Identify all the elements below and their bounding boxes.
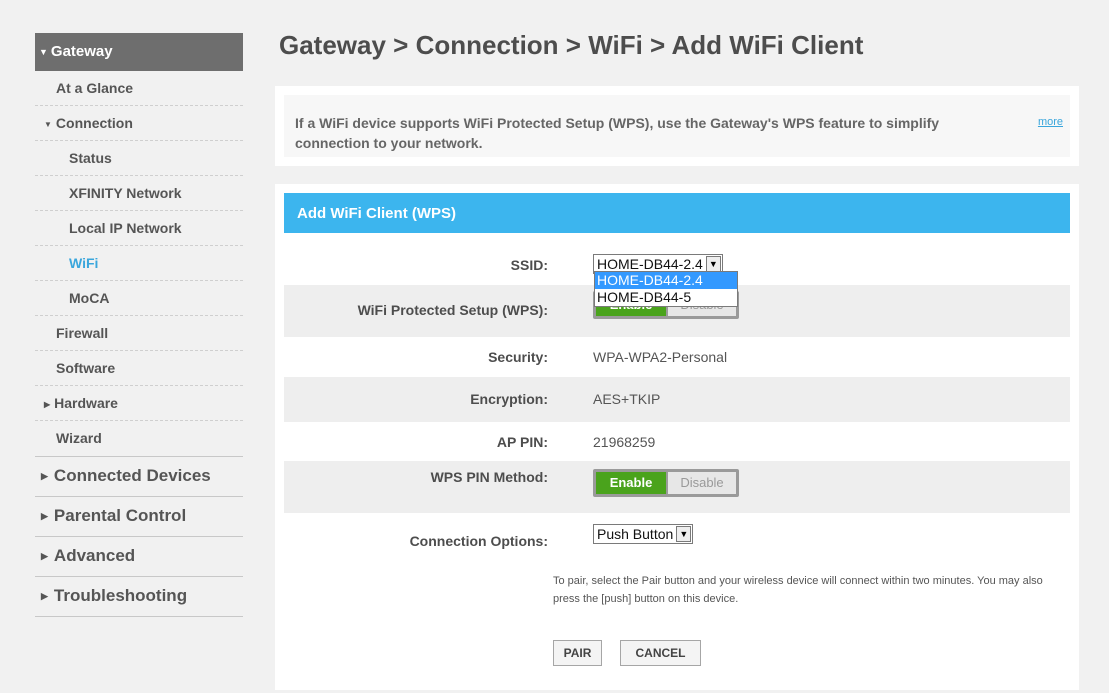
ssid-label: SSID:	[510, 257, 548, 273]
cancel-button[interactable]: CANCEL	[620, 640, 701, 666]
sidebar-section-advanced[interactable]: ▶ Advanced	[35, 536, 243, 576]
sidebar-item-status[interactable]: Status	[35, 141, 243, 176]
sidebar-section-connected-devices[interactable]: ▶ Connected Devices	[35, 456, 243, 496]
security-value: WPA-WPA2-Personal	[593, 349, 728, 365]
sidebar-item-local-ip-network[interactable]: Local IP Network	[35, 211, 243, 246]
sidebar-header-gateway[interactable]: ▼ Gateway	[35, 33, 243, 71]
connection-options-selected-value: Push Button	[597, 526, 674, 542]
chevron-down-icon: ▼	[39, 47, 48, 57]
sidebar-section-label: Troubleshooting	[53, 586, 188, 605]
wps-pin-method-row: WPS PIN Method: Enable Disable	[284, 461, 1070, 513]
caret-right-icon: ▶	[41, 511, 48, 521]
sidebar-item-moca[interactable]: MoCA	[35, 281, 243, 316]
pair-instructions: To pair, select the Pair button and your…	[553, 575, 1043, 605]
sidebar-item-label: Firewall	[56, 325, 109, 341]
info-panel: If a WiFi device supports WiFi Protected…	[284, 95, 1070, 157]
sidebar-item-label: Connection	[55, 115, 133, 131]
sidebar-item-at-a-glance[interactable]: At a Glance	[35, 71, 243, 106]
sidebar-header-label: Gateway	[50, 43, 113, 60]
ssid-row: SSID: HOME-DB44-2.4 ▼ HOME-DB44-2.4 HOME…	[284, 245, 1070, 307]
encryption-label: Encryption:	[470, 391, 548, 407]
connection-options-label: Connection Options:	[409, 533, 548, 549]
connection-options-select[interactable]: Push Button ▼	[593, 524, 694, 544]
wps-pin-method-toggle: Enable Disable	[593, 469, 739, 497]
panel-header: Add WiFi Client (WPS)	[284, 193, 1070, 233]
ssid-selected-value: HOME-DB44-2.4	[597, 256, 703, 272]
sidebar-section-label: Advanced	[53, 546, 136, 565]
sidebar-item-firewall[interactable]: Firewall	[35, 316, 243, 351]
caret-down-icon: ▼	[44, 120, 52, 129]
dropdown-arrow-icon[interactable]: ▼	[676, 526, 692, 542]
connection-options-row: Connection Options: Push Button ▼	[284, 513, 1070, 553]
pair-button[interactable]: PAIR	[553, 640, 602, 666]
ssid-option[interactable]: HOME-DB44-2.4	[595, 272, 737, 289]
security-row: Security: WPA-WPA2-Personal	[284, 337, 1070, 377]
add-wifi-client-panel: Add WiFi Client (WPS) SSID: HOME-DB44-2.…	[275, 184, 1079, 690]
sidebar-item-label: Status	[69, 150, 112, 166]
sidebar-item-wizard[interactable]: Wizard	[35, 421, 243, 456]
wps-pin-disable-button[interactable]: Disable	[666, 472, 736, 494]
ssid-option[interactable]: HOME-DB44-5	[595, 289, 737, 306]
caret-right-icon: ▶	[41, 591, 48, 601]
sidebar-item-label: XFINITY Network	[69, 185, 182, 201]
sidebar: ▼ Gateway At a Glance ▼ Connection Status …	[35, 33, 243, 618]
sidebar-section-label: Connected Devices	[53, 466, 211, 485]
page-title: Gateway > Connection > WiFi > Add WiFi C…	[279, 30, 864, 60]
sidebar-divider	[35, 616, 243, 618]
sidebar-item-wifi[interactable]: WiFi	[35, 246, 243, 281]
encryption-row: Encryption: AES+TKIP	[284, 377, 1070, 422]
wps-pin-method-label: WPS PIN Method:	[430, 469, 548, 485]
sidebar-item-label: WiFi	[69, 255, 99, 271]
sidebar-item-label: MoCA	[69, 290, 110, 306]
security-label: Security:	[488, 349, 548, 365]
sidebar-item-hardware[interactable]: ▶ Hardware	[35, 386, 243, 421]
caret-right-icon: ▶	[41, 471, 48, 481]
ap-pin-row: AP PIN: 21968259	[284, 422, 1070, 461]
sidebar-section-label: Parental Control	[53, 506, 187, 525]
sidebar-item-software[interactable]: Software	[35, 351, 243, 386]
dropdown-arrow-icon[interactable]: ▼	[705, 256, 721, 272]
sidebar-item-label: At a Glance	[56, 80, 134, 96]
info-box: If a WiFi device supports WiFi Protected…	[275, 86, 1079, 166]
sidebar-item-label: Software	[56, 360, 116, 376]
wps-label: WiFi Protected Setup (WPS):	[357, 302, 548, 318]
sidebar-item-xfinity-network[interactable]: XFINITY Network	[35, 176, 243, 211]
info-text: If a WiFi device supports WiFi Protected…	[295, 115, 940, 151]
ap-pin-value: 21968259	[593, 434, 656, 450]
wps-pin-enable-button[interactable]: Enable	[596, 472, 666, 494]
ap-pin-label: AP PIN:	[496, 434, 548, 450]
sidebar-section-troubleshooting[interactable]: ▶ Troubleshooting	[35, 576, 243, 616]
sidebar-item-connection[interactable]: ▼ Connection	[35, 106, 243, 141]
sidebar-item-label: Wizard	[56, 430, 102, 446]
sidebar-item-label: Local IP Network	[69, 220, 182, 236]
more-link[interactable]: more	[1038, 112, 1063, 132]
caret-right-icon: ▶	[41, 551, 48, 561]
caret-right-icon: ▶	[44, 400, 51, 409]
sidebar-section-parental-control[interactable]: ▶ Parental Control	[35, 496, 243, 536]
sidebar-item-label: Hardware	[54, 395, 118, 411]
encryption-value: AES+TKIP	[593, 391, 661, 407]
ssid-dropdown-list: HOME-DB44-2.4 HOME-DB44-5	[594, 271, 738, 307]
